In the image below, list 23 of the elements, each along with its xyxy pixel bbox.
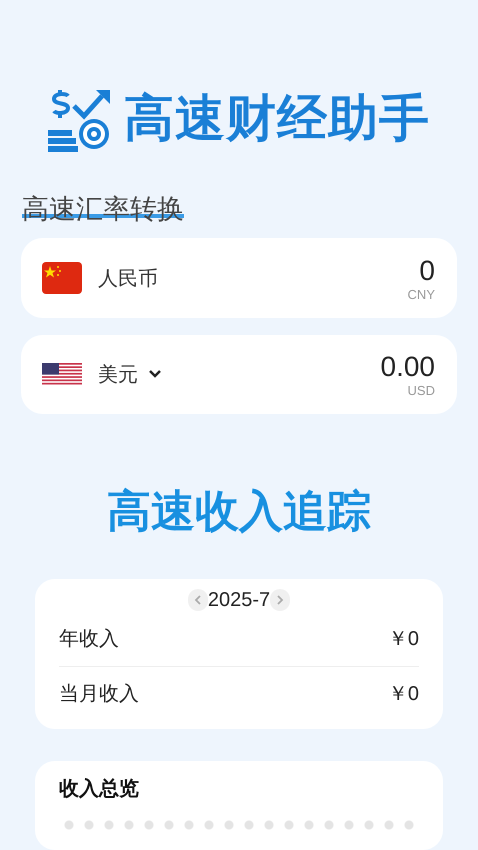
- income-value: ￥0: [388, 627, 419, 652]
- app-title: 高速财经助手: [124, 88, 430, 148]
- previous-month-button[interactable]: [188, 589, 208, 612]
- currency-card[interactable]: 美元 0.00 USD: [21, 334, 457, 414]
- currency-code: USD: [408, 382, 435, 398]
- section-heading: 高速收入追踪: [106, 484, 372, 539]
- next-month-button[interactable]: [270, 589, 290, 612]
- amount-text: 0.00: [380, 350, 435, 383]
- currency-name: 美元: [98, 360, 138, 388]
- chevron-down-icon[interactable]: [148, 369, 162, 380]
- china-flag-icon: [42, 262, 82, 294]
- amount-text: 0: [419, 254, 435, 287]
- currency-code: CNY: [408, 286, 435, 302]
- chevron-left-icon: [194, 594, 202, 606]
- usa-flag-icon: [42, 363, 82, 386]
- income-label: 当月收入: [59, 680, 139, 708]
- currency-name: 人民币: [98, 264, 158, 292]
- card-title: 收入总览: [59, 774, 140, 802]
- income-value: ￥0: [388, 682, 419, 708]
- income-label: 年收入: [59, 625, 119, 652]
- currency-card[interactable]: 人民币 0 CNY: [21, 238, 457, 318]
- month-label: 2025-7: [208, 588, 270, 612]
- chevron-right-icon: [276, 594, 284, 606]
